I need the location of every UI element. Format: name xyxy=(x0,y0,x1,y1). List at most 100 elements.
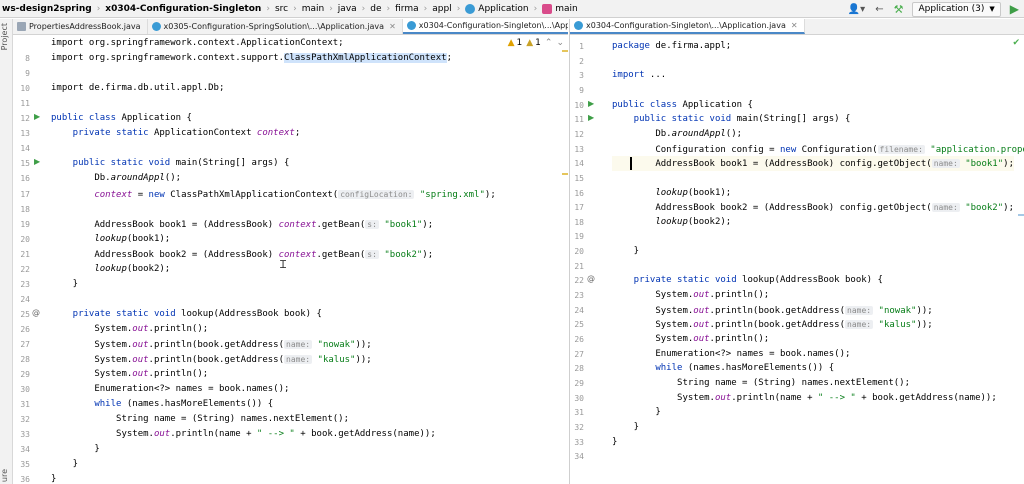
code-line[interactable]: AddressBook book2 = (AddressBook) contex… xyxy=(51,247,433,262)
code-line[interactable]: lookup(book2); xyxy=(51,262,170,277)
code-line[interactable]: System.out.println(name + " --> " + book… xyxy=(612,391,997,406)
line-number: 33 xyxy=(20,430,30,440)
code-line[interactable]: private static ApplicationContext contex… xyxy=(51,126,301,141)
run-gutter-icon[interactable]: ▶ xyxy=(34,157,40,166)
code-line[interactable]: Enumeration<?> names = book.names(); xyxy=(612,347,850,362)
run-gutter-icon[interactable]: ▶ xyxy=(34,112,40,121)
code-line[interactable]: public class Application { xyxy=(612,98,753,113)
tab-singleton-application[interactable]: x0304-Configuration-Singleton\...\Applic… xyxy=(402,19,568,34)
code-line[interactable]: import org.springframework.context.Appli… xyxy=(51,36,344,51)
code-line[interactable]: while (names.hasMoreElements()) { xyxy=(51,397,273,412)
code-token: } xyxy=(612,407,661,418)
crumb-application[interactable]: Application xyxy=(463,3,530,14)
code-line[interactable]: private static void lookup(AddressBook b… xyxy=(51,307,322,322)
right-code-editor[interactable]: 1 package de.firma.appl; 2 3 import ... 9 10 ▶ p… xyxy=(570,36,1024,484)
code-line[interactable]: import org.springframework.context.suppo… xyxy=(51,51,452,66)
close-icon[interactable]: ✕ xyxy=(791,21,798,30)
code-line[interactable]: } xyxy=(51,277,78,292)
account-icon[interactable]: 👤▾ xyxy=(848,4,865,15)
code-line[interactable]: private static void lookup(AddressBook b… xyxy=(612,273,883,288)
code-line[interactable]: System.out.println(); xyxy=(51,367,208,382)
code-token: while xyxy=(612,363,683,374)
annotation-gutter-icon[interactable]: @ xyxy=(32,308,40,317)
code-line[interactable]: } xyxy=(612,435,617,450)
code-line[interactable]: Db.aroundAppl(); xyxy=(612,127,742,142)
crumb-appl[interactable]: appl xyxy=(430,4,453,14)
back-arrow-icon[interactable]: ← xyxy=(875,4,883,15)
code-line[interactable]: AddressBook book1 = (AddressBook) config… xyxy=(612,156,1014,172)
code-token: System. xyxy=(612,334,694,344)
code-line[interactable]: while (names.hasMoreElements()) { xyxy=(612,361,834,376)
code-token: ... xyxy=(644,70,667,81)
code-line[interactable]: System.out.println(book.getAddress(name:… xyxy=(51,352,372,367)
code-line[interactable]: Db.aroundAppl(); xyxy=(51,171,181,186)
tab-properties-addressbook[interactable]: PropertiesAddressBook.java xyxy=(13,19,148,34)
code-line[interactable]: lookup(book1); xyxy=(51,232,170,247)
run-configuration-label: Application (3) xyxy=(918,4,985,14)
warning-stripe-mark[interactable] xyxy=(562,173,568,175)
code-line[interactable]: import ... xyxy=(612,68,666,83)
toolbar-right: 👤▾ ← ⚒ Application (3) ▼ ▶ xyxy=(843,0,1024,18)
crumb-de[interactable]: de xyxy=(368,4,383,14)
close-icon[interactable]: ✕ xyxy=(389,22,396,31)
code-line[interactable]: Configuration config = new Configuration… xyxy=(612,142,1024,157)
code-line[interactable]: public static void main(String[] args) { xyxy=(612,112,851,127)
crumb-workspace[interactable]: ws-design2spring xyxy=(0,4,94,14)
code-line[interactable]: System.out.println(name + " --> " + book… xyxy=(51,427,436,442)
left-code-editor[interactable]: import org.springframework.context.Appli… xyxy=(13,36,568,484)
crumb-main[interactable]: main xyxy=(300,4,327,14)
code-token: ApplicationContext xyxy=(148,128,257,139)
selection-stripe-mark[interactable] xyxy=(1018,214,1024,216)
crumb-src[interactable]: src xyxy=(273,4,290,14)
run-gutter-icon[interactable]: ▶ xyxy=(588,113,594,122)
code-line[interactable]: } xyxy=(51,472,56,484)
annotation-gutter-icon[interactable]: @ xyxy=(587,274,595,283)
code-line[interactable]: } xyxy=(51,442,99,457)
tab-singleton-application-right[interactable]: x0304-Configuration-Singleton\...\Applic… xyxy=(570,19,805,34)
warning-stripe-mark[interactable] xyxy=(562,50,568,52)
code-token: )); xyxy=(355,340,372,350)
code-line[interactable]: } xyxy=(612,405,661,420)
code-line[interactable]: System.out.println(book.getAddress(name:… xyxy=(612,303,933,318)
code-line[interactable]: lookup(book2); xyxy=(612,215,731,230)
line-number: 22 xyxy=(20,264,30,274)
code-line[interactable]: } xyxy=(612,244,639,259)
run-button[interactable]: ▶ xyxy=(1010,2,1019,16)
crumb-firma[interactable]: firma xyxy=(393,4,421,14)
tab-spring-solution-application[interactable]: x0305-Configuration-SpringSolution\...\A… xyxy=(148,19,403,34)
code-line[interactable]: System.out.println(); xyxy=(612,332,769,347)
build-hammer-icon[interactable]: ⚒ xyxy=(894,3,904,16)
run-gutter-icon[interactable]: ▶ xyxy=(588,99,594,108)
code-line[interactable]: System.out.println(book.getAddress(name:… xyxy=(51,337,372,352)
crumb-java[interactable]: java xyxy=(336,4,359,14)
code-line[interactable]: import de.firma.db.util.appl.Db; xyxy=(51,81,224,96)
code-line[interactable]: System.out.println(book.getAddress(name:… xyxy=(612,317,933,332)
project-tool-button[interactable]: Project xyxy=(0,23,13,50)
code-line[interactable]: public static void main(String[] args) { xyxy=(51,156,290,171)
code-token: package xyxy=(612,41,650,51)
error-stripe[interactable] xyxy=(1018,36,1024,484)
error-stripe[interactable] xyxy=(562,36,568,484)
code-line[interactable]: String name = (String) names.nextElement… xyxy=(612,376,910,391)
code-line[interactable]: } xyxy=(612,420,639,435)
code-line[interactable]: } xyxy=(51,457,78,472)
code-line[interactable]: package de.firma.appl; xyxy=(612,39,731,54)
code-line[interactable]: public class Application { xyxy=(51,111,192,126)
structure-tool-button[interactable]: ure xyxy=(0,469,13,482)
code-line[interactable]: System.out.println(); xyxy=(51,322,208,337)
code-line[interactable]: lookup(book1); xyxy=(612,186,731,201)
code-line[interactable]: String name = (String) names.nextElement… xyxy=(51,412,349,427)
code-line[interactable]: Enumeration<?> names = book.names(); xyxy=(51,382,289,397)
crumb-project[interactable]: x0304-Configuration-Singleton xyxy=(103,4,263,14)
code-token: } xyxy=(612,436,618,447)
code-token: lookup xyxy=(612,216,688,227)
crumb-method[interactable]: main xyxy=(540,3,580,14)
code-line[interactable]: context = new ClassPathXmlApplicationCon… xyxy=(51,187,496,202)
code-token: context xyxy=(256,128,295,139)
run-configuration-select[interactable]: Application (3) ▼ xyxy=(912,1,1001,17)
code-line[interactable]: AddressBook book1 = (AddressBook) contex… xyxy=(51,217,433,232)
code-token: } xyxy=(612,246,640,257)
code-line[interactable]: System.out.println(); xyxy=(612,288,769,303)
code-token: (names.hasMoreElements()) { xyxy=(682,363,835,374)
code-line[interactable]: AddressBook book2 = (AddressBook) config… xyxy=(612,200,1014,215)
